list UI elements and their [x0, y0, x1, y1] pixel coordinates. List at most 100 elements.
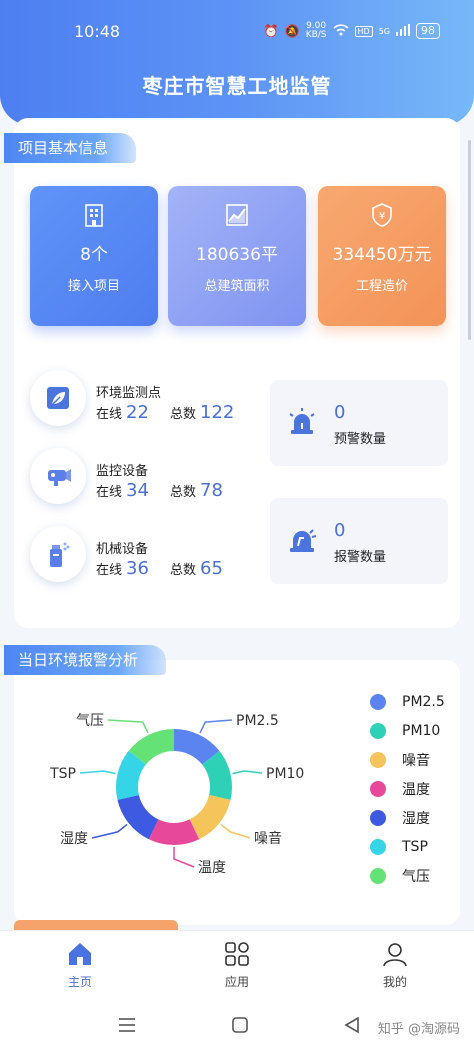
card-cost[interactable]: ¥ 334450万元 工程造价	[318, 186, 446, 326]
legend-dot	[370, 810, 386, 826]
leader-line-3	[173, 847, 195, 868]
building-icon	[85, 204, 103, 227]
card-area[interactable]: 180636平 总建筑面积	[168, 186, 306, 326]
legend-item[interactable]: TSP	[370, 837, 428, 857]
legend-item[interactable]: 温度	[370, 779, 430, 799]
legend-dot	[370, 868, 386, 884]
tab-me[interactable]: 我的	[355, 941, 435, 990]
warning-count-label: 预警数量	[334, 432, 387, 447]
online-count: 36	[126, 558, 149, 579]
device-total: 总数 78	[170, 480, 223, 501]
device-title: 监控设备	[96, 464, 149, 479]
legend-dot	[370, 839, 386, 855]
leader-line-1	[232, 770, 263, 775]
online-label: 在线	[96, 407, 123, 422]
online-label: 在线	[96, 563, 123, 578]
total-label: 总数	[170, 563, 197, 578]
status-time: 10:48	[74, 22, 121, 41]
area-label: 总建筑面积	[204, 279, 270, 294]
section-title-env-alarm: 当日环境报警分析	[4, 645, 167, 675]
legend-item[interactable]: PM10	[370, 721, 440, 741]
slice-label-2: 噪音	[254, 830, 282, 847]
legend-item[interactable]: 噪音	[370, 750, 430, 770]
device-title: 环境监测点	[96, 386, 162, 401]
user-icon	[383, 943, 407, 967]
leader-line-2	[220, 823, 251, 839]
tab-label: 应用	[224, 975, 249, 989]
apps-icon	[225, 942, 249, 966]
slice-label-1: PM10	[266, 766, 304, 782]
legend-dot	[370, 752, 386, 768]
projects-label: 接入项目	[67, 279, 120, 294]
svg-text:¥: ¥	[379, 211, 385, 222]
next-section-tab	[14, 920, 178, 930]
menu-icon[interactable]	[118, 1017, 136, 1033]
net-speed-unit: KB/S	[305, 30, 327, 40]
wifi-icon	[332, 23, 349, 39]
total-count: 65	[200, 558, 223, 579]
net-speed: 9.00 KB/S	[306, 22, 327, 40]
legend-dot	[370, 781, 386, 797]
device-title: 机械设备	[96, 542, 149, 557]
device-camera[interactable]: 监控设备 在线 34 总数 78	[30, 448, 260, 518]
alarm-count-label: 报警数量	[334, 550, 387, 565]
back-icon[interactable]	[343, 1016, 361, 1034]
total-label: 总数	[170, 407, 197, 422]
alarm-light-icon	[290, 529, 317, 552]
status-icons: ⏰ 🔕 9.00 KB/S HD 5G 98	[264, 22, 440, 40]
header: 10:48 ⏰ 🔕 9.00 KB/S HD 5G 98 枣庄市智慧工地监管	[0, 0, 474, 125]
slice-label-5: TSP	[49, 766, 76, 782]
home-icon	[69, 943, 91, 965]
hd-badge: HD	[354, 25, 373, 37]
legend-label: 湿度	[402, 811, 430, 827]
card-projects[interactable]: 8个 接入项目	[30, 186, 158, 326]
online-count: 34	[126, 480, 149, 501]
leader-line-5	[79, 770, 116, 775]
mute-icon: 🔕	[284, 24, 300, 38]
status-bar: 10:48 ⏰ 🔕 9.00 KB/S HD 5G 98	[0, 0, 474, 62]
device-machinery[interactable]: 机械设备 在线 36 总数 65	[30, 526, 260, 596]
leader-line-0	[199, 719, 233, 734]
scrollbar[interactable]	[468, 140, 471, 340]
device-total: 总数 65	[170, 558, 223, 579]
online-count: 22	[126, 402, 149, 423]
legend-label: 噪音	[402, 753, 430, 769]
shield-yen-icon: ¥	[372, 203, 392, 227]
machine-icon	[30, 526, 86, 582]
leader-line-4	[91, 823, 128, 839]
device-online: 在线 34	[96, 480, 149, 501]
area-chart-icon	[226, 204, 248, 226]
tab-apps[interactable]: 应用	[197, 941, 277, 990]
device-env-monitor[interactable]: 环境监测点 在线 22 总数 122	[30, 370, 260, 440]
legend-item[interactable]: PM2.5	[370, 692, 445, 712]
device-online: 在线 36	[96, 558, 149, 579]
page-title: 枣庄市智慧工地监管	[142, 74, 332, 98]
warning-count-box[interactable]: 0 预警数量	[270, 380, 448, 466]
legend-item[interactable]: 湿度	[370, 808, 430, 828]
slice-label-4: 湿度	[60, 831, 88, 847]
cost-label: 工程造价	[355, 279, 408, 294]
legend-label: PM2.5	[402, 694, 445, 710]
watermark: 知乎 @淘源码	[377, 1022, 460, 1037]
device-online: 在线 22	[96, 402, 149, 423]
tab-home[interactable]: 主页	[40, 941, 120, 990]
slice-label-3: 温度	[198, 860, 226, 876]
cost-value: 334450万元	[332, 245, 432, 265]
legend-item[interactable]: 气压	[370, 866, 430, 886]
alarm-count-value: 0	[334, 520, 346, 541]
leaf-icon	[30, 370, 86, 426]
bottom-tabbar: 主页 应用 我的	[0, 930, 474, 1003]
alarm-count-box[interactable]: 0 报警数量	[270, 498, 448, 584]
total-label: 总数	[170, 485, 197, 500]
home-square-icon[interactable]	[231, 1016, 249, 1034]
signal-badge: 5G	[378, 26, 390, 36]
section-title-project: 项目基本信息	[4, 133, 137, 163]
legend-label: 温度	[402, 782, 430, 798]
device-total: 总数 122	[170, 402, 234, 423]
legend-dot	[370, 694, 386, 710]
env-alarm-donut-chart[interactable]: PM2.5 PM10 噪音温度 湿度 TSP 气压	[14, 680, 354, 920]
slice-label-0: PM2.5	[236, 713, 279, 729]
alarm-clock-icon: ⏰	[263, 24, 279, 38]
legend-label: 气压	[402, 869, 430, 885]
legend-label: TSP	[402, 839, 428, 855]
